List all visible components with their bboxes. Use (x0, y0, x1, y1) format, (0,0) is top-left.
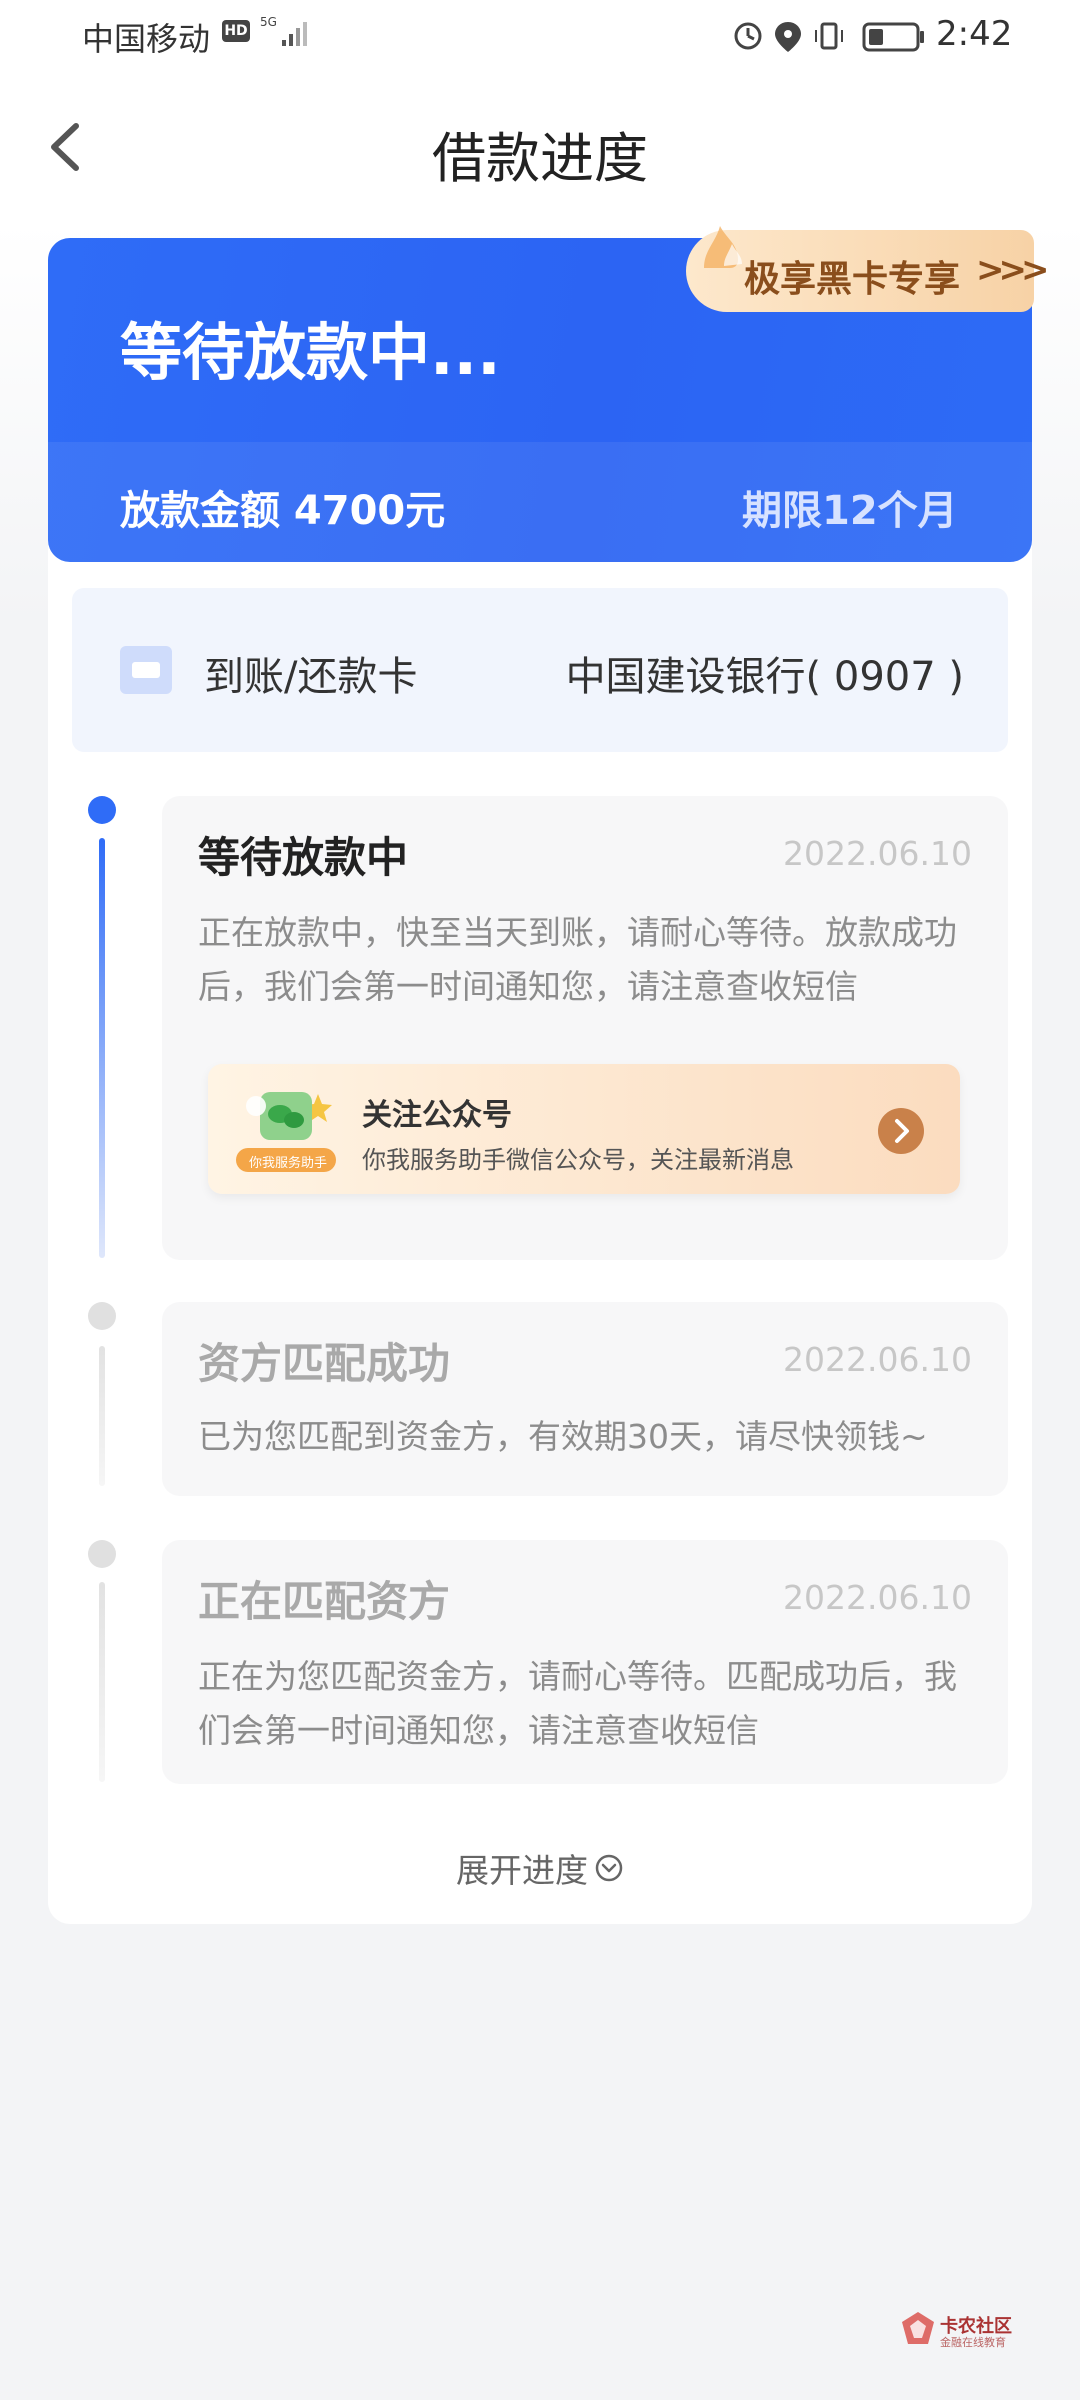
expand-progress-button[interactable]: 展开进度 (0, 1844, 1080, 1892)
bank-card-icon (120, 646, 172, 694)
step-card-waiting-disbursement: 等待放款中 2022.06.10 正在放款中，快至当天到账，请耐心等待。放款成功… (162, 796, 1008, 1260)
expand-progress-label: 展开进度 (456, 1851, 588, 1890)
repayment-card-row[interactable]: 到账/还款卡 中国建设银行( 0907 ) (72, 588, 1008, 752)
step-date: 2022.06.10 (783, 834, 972, 873)
timeline-line (99, 1346, 105, 1486)
signal-icon (282, 22, 307, 46)
follow-wechat-banner[interactable]: 你我服务助手 关注公众号 你我服务助手微信公众号，关注最新消息 (208, 1064, 960, 1194)
battery-icon (862, 22, 924, 52)
timeline-dot-active (88, 796, 116, 824)
chevron-down-circle-icon (595, 1854, 623, 1882)
timeline-dot (88, 1302, 116, 1330)
step-title: 等待放款中 (198, 833, 409, 882)
wechat-title: 关注公众号 (362, 1098, 512, 1133)
location-icon (775, 22, 801, 52)
alarm-icon (734, 22, 762, 50)
step-date: 2022.06.10 (783, 1340, 972, 1379)
bank-name: 中国建设银行( 0907 ) (565, 654, 964, 700)
repayment-card-label: 到账/还款卡 (204, 654, 418, 700)
status-time: 2:42 (936, 14, 1013, 54)
step-title: 资方匹配成功 (198, 1339, 451, 1388)
watermark-subtitle: 金融在线教育 (940, 2336, 1006, 2349)
page-title: 借款进度 (432, 127, 648, 190)
step-card-funder-matched: 资方匹配成功 2022.06.10 已为您匹配到资金方，有效期30天，请尽快领钱… (162, 1302, 1008, 1496)
chevron-right-icon (878, 1108, 924, 1154)
app-header: 借款进度 (0, 72, 1080, 224)
status-icons (734, 22, 924, 52)
step-description: 已为您匹配到资金方，有效期30天，请尽快领钱~ (198, 1417, 928, 1456)
loan-amount: 放款金额 4700元 (120, 488, 446, 534)
watermark-logo-icon (902, 2312, 934, 2344)
hd-badge: HD (222, 20, 250, 42)
wechat-tag: 你我服务助手 (248, 1156, 327, 1171)
loan-term: 期限12个月 (742, 488, 958, 534)
vip-badge-text: 极享黑卡专享 (744, 259, 961, 300)
step-title: 正在匹配资方 (198, 1577, 451, 1626)
timeline-line-active (99, 838, 105, 1258)
loan-status-title: 等待放款中... (120, 316, 501, 389)
step-description: 正在为您匹配资金方，请耐心等待。匹配成功后，我 们会第一时间通知您，请注意查收短… (198, 1657, 957, 1750)
step-card-matching-funder: 正在匹配资方 2022.06.10 正在为您匹配资金方，请耐心等待。匹配成功后，… (162, 1540, 1008, 1784)
vip-black-card-badge[interactable]: 极享黑卡专享 >>> (686, 226, 1050, 312)
carrier-name: 中国移动 (82, 20, 211, 58)
vibrate-icon (815, 22, 843, 50)
step-description: 正在放款中，快至当天到账，请耐心等待。放款成功 后，我们会第一时间通知您，请注意… (198, 913, 957, 1006)
network-type: 5G (260, 15, 277, 29)
step-date: 2022.06.10 (783, 1578, 972, 1617)
timeline-line (99, 1582, 105, 1782)
wechat-subtitle: 你我服务助手微信公众号，关注最新消息 (362, 1146, 794, 1174)
timeline-dot (88, 1540, 116, 1568)
vip-chevrons-icon: >>> (976, 250, 1050, 290)
